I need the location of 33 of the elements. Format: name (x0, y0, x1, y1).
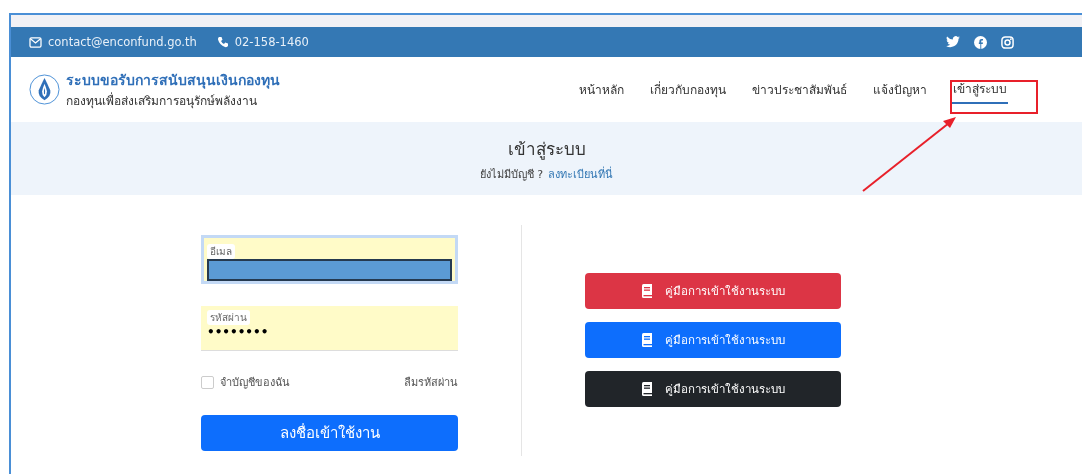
book-icon (641, 284, 653, 298)
manual-button[interactable]: คู่มือการเข้าใช้งานระบบ (585, 322, 841, 358)
email-field[interactable]: อีเมล (201, 235, 458, 284)
manual-button[interactable]: คู่มือการเข้าใช้งานระบบ (585, 371, 841, 407)
forgot-password-link[interactable]: ลืมรหัสผ่าน (404, 373, 458, 391)
book-icon (641, 382, 653, 396)
remember-label: จำบัญชีของฉัน (220, 375, 290, 391)
manual-button[interactable]: คู่มือการเข้าใช้งานระบบ (585, 273, 841, 309)
phone-icon (216, 36, 229, 48)
nav-link[interactable]: เกี่ยวกับกองทุน (649, 76, 727, 103)
site-subtitle: กองทุนเพื่อส่งเสริมการอนุรักษ์พลังงาน (66, 91, 258, 110)
nav-link[interactable]: เข้าสู่ระบบ (952, 75, 1008, 104)
facebook-icon[interactable] (974, 35, 987, 49)
contact-email[interactable]: contact@enconfund.go.th (48, 35, 197, 49)
password-value: •••••••• (207, 325, 270, 339)
mail-icon (29, 36, 42, 48)
book-icon (641, 333, 653, 347)
login-button[interactable]: ลงชื่อเข้าใช้งาน (201, 415, 458, 451)
flame-logo-icon[interactable] (29, 74, 60, 105)
site-title: ระบบขอรับการสนับสนุนเงินกองทุน (66, 71, 280, 91)
register-link[interactable]: ลงทะเบียนที่นี่ (548, 164, 614, 183)
password-field[interactable]: รหัสผ่าน •••••••• (201, 306, 458, 351)
instagram-icon[interactable] (1001, 35, 1014, 49)
remember-checkbox[interactable] (201, 375, 214, 389)
nav-link[interactable]: แจ้งปัญหา (872, 76, 928, 103)
contact-phone[interactable]: 02-158-1460 (234, 35, 309, 49)
field-label: อีเมล (207, 244, 235, 259)
page-title: เข้าสู่ระบบ (507, 137, 586, 162)
nav-link[interactable]: ข่าวประชาสัมพันธ์ (751, 76, 848, 103)
twitter-icon[interactable] (946, 36, 960, 48)
account-prompt: ยังไม่มีบัญชี ? (479, 166, 544, 183)
field-label: รหัสผ่าน (207, 310, 250, 325)
nav-link[interactable]: หน้าหลัก (578, 76, 625, 103)
